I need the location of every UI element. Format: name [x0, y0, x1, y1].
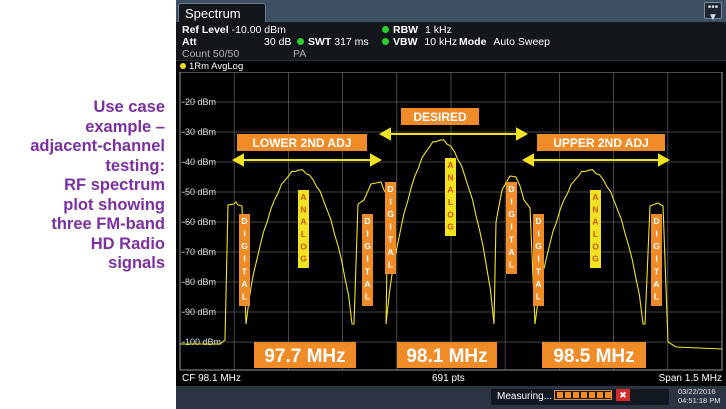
measuring-text: Measuring... — [497, 391, 553, 402]
progress-segment — [557, 392, 563, 398]
y-axis-tick-label: -60 dBm — [182, 217, 216, 227]
progress-segment — [597, 392, 603, 398]
caption-line: example – — [85, 117, 165, 136]
att-label: Att — [182, 36, 197, 48]
menu-icon[interactable]: ••• ▼ — [704, 2, 722, 23]
lower-adj-label: LOWER 2ND ADJ — [253, 136, 352, 150]
att-setting[interactable]: Att — [182, 36, 197, 48]
freq-label-981: 98.1 MHz — [406, 346, 487, 367]
swt-setting[interactable]: SWT 317 ms — [297, 36, 369, 48]
progress-segment — [581, 392, 587, 398]
caption-text: Use case example – adjacent-channel testing… — [0, 98, 165, 274]
freq-label-985: 98.5 MHz — [553, 346, 634, 367]
caption-line: adjacent-channel — [30, 137, 165, 155]
sweep-points: 691 pts — [432, 373, 465, 384]
center-frequency: CF 98.1 MHz — [182, 373, 241, 384]
pa-readout: PA — [293, 48, 307, 60]
vbw-setting[interactable]: VBW 10 kHz — [382, 36, 457, 48]
caption-line: signals — [108, 254, 165, 272]
freq-label-977: 97.7 MHz — [264, 346, 345, 367]
count-readout: Count 50/50 — [182, 48, 240, 60]
swt-label: SWT — [308, 36, 332, 48]
att-value: 30 dB — [264, 36, 292, 48]
spectrum-plot[interactable]: -20 dBm -30 dBm -40 dBm -50 dBm -60 dBm -70 d… — [176, 72, 726, 372]
measurement-settings: Ref Level -10.00 dBm Att 30 dB SWT 317 m… — [176, 22, 726, 60]
trace-legend: 1Rm AvgLog — [176, 60, 726, 72]
y-axis-tick-label: -40 dBm — [182, 157, 216, 167]
progress-segment — [565, 392, 571, 398]
y-axis-tick-label: -50 dBm — [182, 187, 216, 197]
y-axis-tick-label: -70 dBm — [182, 247, 216, 257]
frequency-axis-bar: CF 98.1 MHz 691 pts Span 1.5 MHz — [176, 372, 726, 386]
upper-adj-label: UPPER 2ND ADJ — [553, 136, 649, 150]
mode-label: Mode — [459, 36, 487, 48]
caption-line: HD Radio — [90, 234, 165, 253]
rbw-setting[interactable]: RBW 1 kHz — [382, 24, 452, 36]
tab-spectrum[interactable]: Spectrum — [178, 3, 266, 22]
caption-line: plot showing — [63, 195, 165, 214]
error-indicator-icon[interactable]: ✖ — [616, 389, 630, 401]
caption-line: three FM-band — [51, 215, 165, 233]
rbw-value: 1 kHz — [425, 24, 452, 36]
vbw-status-dot-icon — [382, 38, 389, 45]
y-axis-tick-label: -100 dBm — [182, 337, 221, 347]
ref-level-setting[interactable]: Ref Level -10.00 dBm — [182, 24, 286, 36]
y-axis-tick-label: -30 dBm — [182, 127, 216, 137]
trace-dot-icon — [180, 63, 186, 69]
ref-level-label: Ref Level — [182, 24, 229, 36]
mode-value: Auto Sweep — [493, 36, 550, 48]
progress-segment — [605, 392, 611, 398]
vbw-value: 10 kHz — [424, 36, 458, 48]
caption-line: Use case — [93, 98, 165, 116]
y-axis-labels: -20 dBm -30 dBm -40 dBm -50 dBm -60 dBm -70 d… — [182, 97, 221, 347]
rbw-label: RBW — [393, 24, 419, 36]
progress-segment — [589, 392, 595, 398]
date-text: 03/22/2016 — [678, 387, 716, 396]
y-axis-tick-label: -80 dBm — [182, 277, 216, 287]
time-text: 04:51:18 PM — [678, 396, 721, 405]
frequency-span: Span 1.5 MHz — [658, 373, 722, 384]
status-bar: Measuring... ✖ 03/22/2016 04:51:18 PM — [176, 386, 726, 409]
y-axis-tick-label: -20 dBm — [182, 97, 216, 107]
y-axis-tick-label: -90 dBm — [182, 307, 216, 317]
vbw-label: VBW — [393, 36, 418, 48]
trace-label: 1Rm AvgLog — [189, 61, 244, 72]
att-value-group: 30 dB — [264, 36, 291, 48]
window-title-bar: Spectrum ••• ▼ — [176, 0, 726, 23]
spectrum-analyzer-window: Spectrum ••• ▼ Ref Level -10.00 dBm Att 3… — [176, 0, 726, 409]
mode-setting[interactable]: Mode Auto Sweep — [459, 36, 550, 48]
progress-segment — [573, 392, 579, 398]
swt-value: 317 ms — [334, 36, 369, 48]
desired-label: DESIRED — [413, 110, 467, 124]
swt-status-dot-icon — [297, 38, 304, 45]
date-time-readout: 03/22/2016 04:51:18 PM — [678, 387, 726, 405]
sweep-progress-bar — [554, 390, 612, 400]
caption-line: RF spectrum — [64, 176, 165, 194]
caption-line: testing: — [105, 156, 165, 175]
rbw-status-dot-icon — [382, 26, 389, 33]
ref-level-value: -10.00 dBm — [231, 24, 286, 36]
